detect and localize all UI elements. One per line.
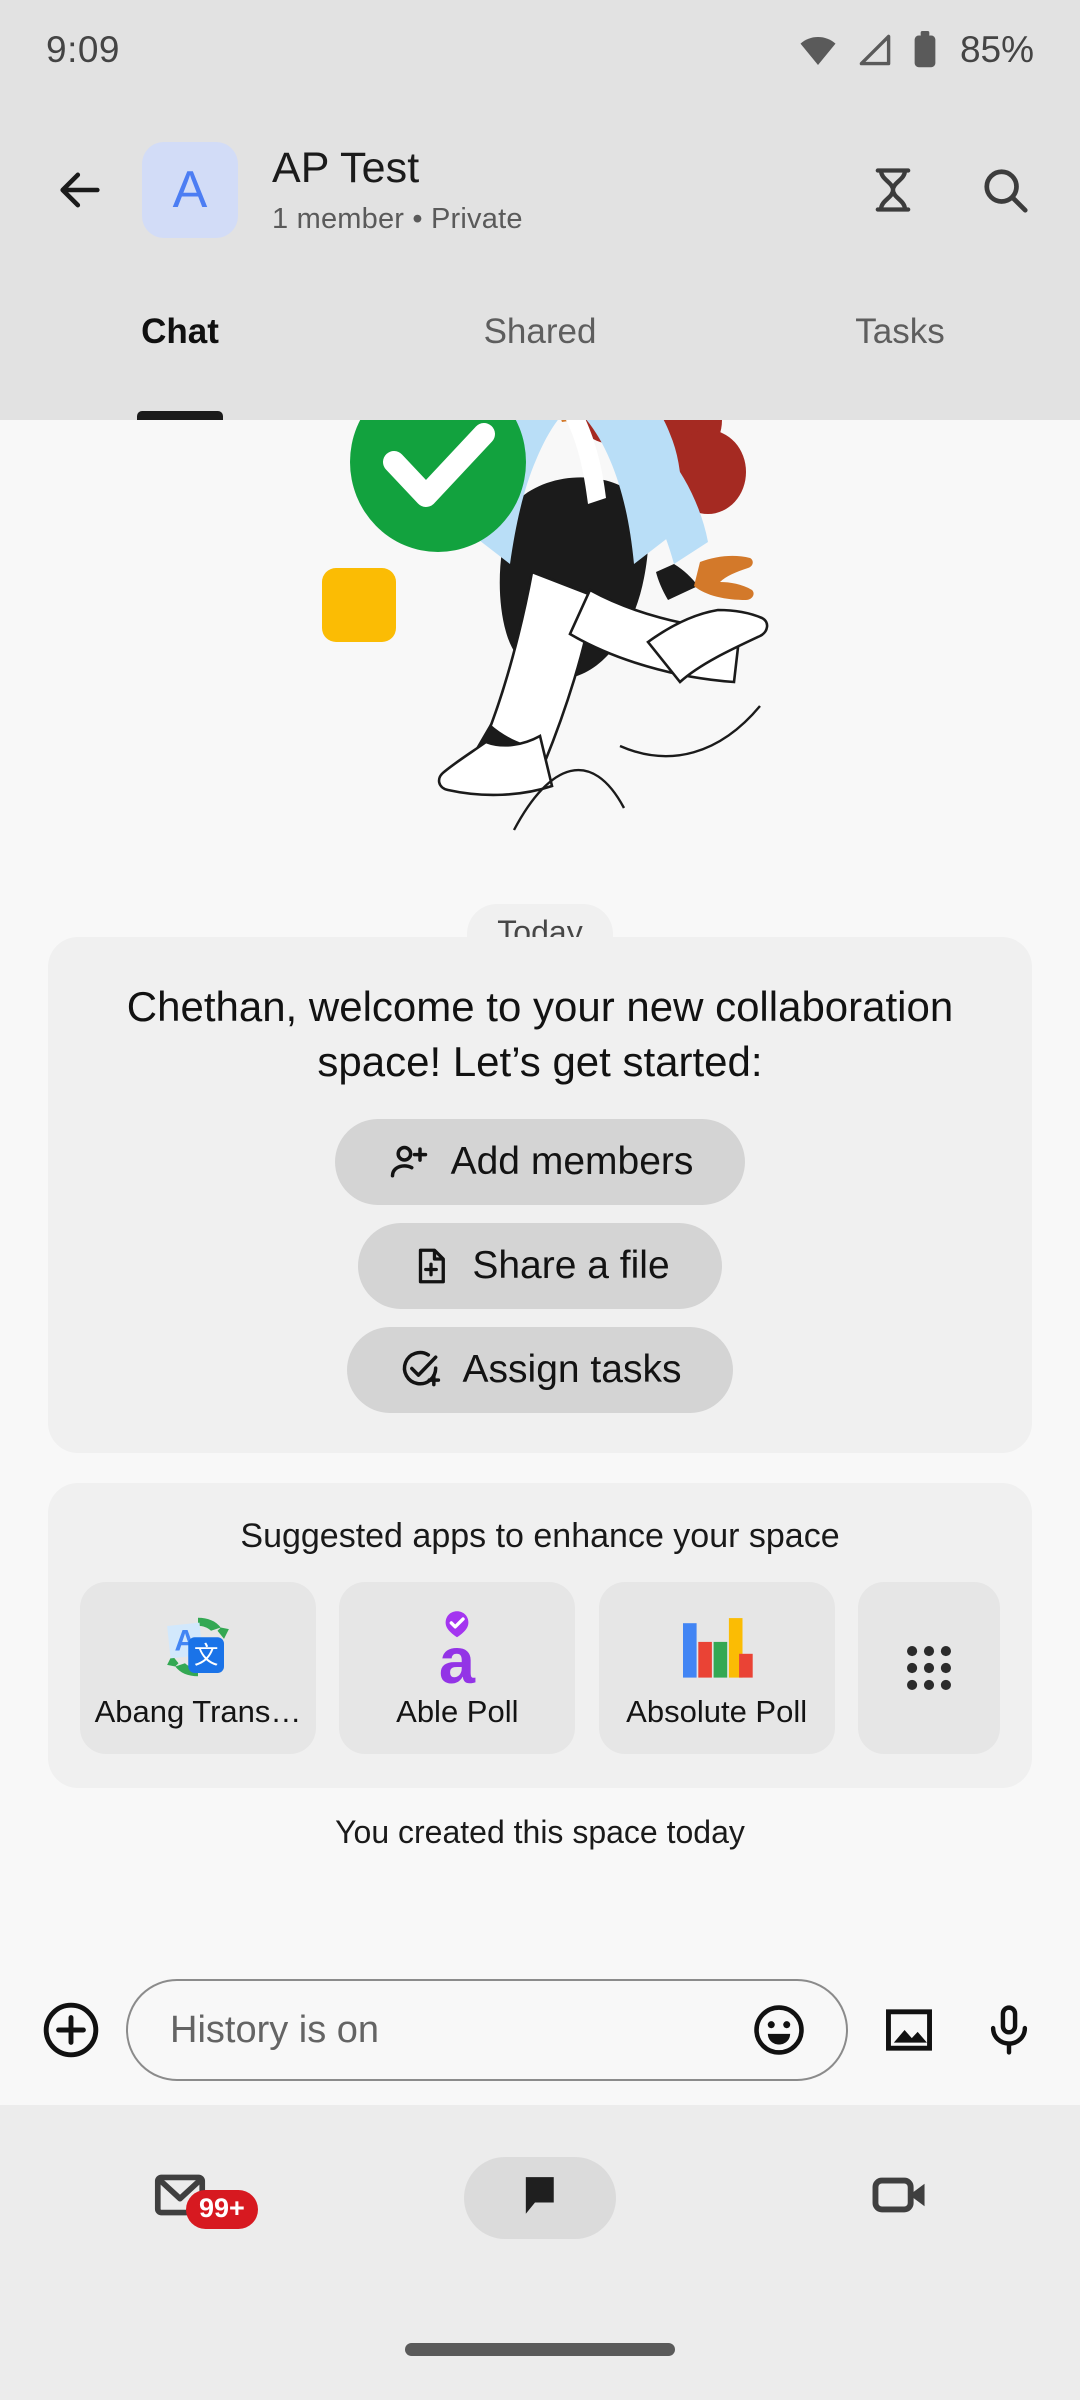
- quick-action-list: Add members Share a file Assign tasks: [82, 1119, 998, 1414]
- app-label-abang-translate: Abang Trans…: [94, 1694, 302, 1730]
- battery-percent: 85%: [959, 29, 1034, 70]
- message-input-placeholder: History is on: [170, 2008, 380, 2051]
- avatar[interactable]: A: [142, 142, 238, 238]
- translate-app-icon: A 文: [159, 1606, 237, 1688]
- check-circle-add-icon: [399, 1348, 443, 1392]
- app-tile-able-poll[interactable]: a Able Poll: [339, 1582, 576, 1755]
- nav-item-chat[interactable]: [360, 2156, 720, 2239]
- app-label-able-poll: Able Poll: [396, 1694, 519, 1730]
- space-header: A AP Test 1 member • Private: [0, 100, 1080, 280]
- app-tile-abang-translate[interactable]: A 文 Abang Trans…: [80, 1582, 316, 1755]
- chat-bubble-icon: [515, 2170, 565, 2225]
- home-indicator: [405, 2343, 675, 2356]
- suggested-apps-card: Suggested apps to enhance your space A 文: [48, 1483, 1032, 1789]
- tab-chat[interactable]: Chat: [0, 280, 360, 420]
- message-composer: History is on: [0, 1955, 1080, 2105]
- file-add-icon: [410, 1245, 452, 1287]
- status-icons: 85%: [798, 29, 1034, 71]
- nav-item-mail[interactable]: 99+: [0, 2164, 360, 2231]
- nav-chat-active-pill: [464, 2156, 616, 2239]
- person-with-checkmark-illustration: [322, 420, 769, 831]
- hourglass-icon[interactable]: [858, 155, 928, 225]
- welcome-card: Chethan, welcome to your new collaborati…: [48, 937, 1032, 1454]
- mail-unread-badge: 99+: [186, 2190, 258, 2229]
- search-icon[interactable]: [970, 155, 1040, 225]
- bar-chart-app-icon: [679, 1606, 755, 1688]
- space-subtitle: 1 member • Private: [272, 202, 523, 235]
- able-poll-app-icon: a: [422, 1606, 492, 1688]
- back-arrow-icon[interactable]: [44, 154, 116, 226]
- emoji-icon[interactable]: [742, 1993, 816, 2067]
- image-icon[interactable]: [872, 1993, 946, 2067]
- page-title: AP Test: [272, 144, 420, 193]
- tab-shared-label: Shared: [483, 312, 597, 351]
- tab-chat-label: Chat: [141, 312, 219, 351]
- share-file-button[interactable]: Share a file: [358, 1223, 722, 1310]
- assign-tasks-label: Assign tasks: [462, 1348, 682, 1392]
- bottom-nav-items: 99+: [0, 2105, 1080, 2290]
- welcome-message: Chethan, welcome to your new collaborati…: [126, 983, 954, 1086]
- cell-signal-icon: [856, 33, 894, 67]
- battery-icon: [912, 31, 938, 69]
- wifi-icon: [798, 33, 838, 67]
- status-bar: 9:09 85%: [0, 0, 1080, 100]
- person-add-icon: [387, 1140, 431, 1184]
- share-file-label: Share a file: [472, 1244, 670, 1288]
- empty-state-illustration-wrap: [0, 420, 1080, 900]
- tab-bar: Chat Shared Tasks: [0, 280, 1080, 420]
- header-actions: [858, 155, 1040, 225]
- svg-text:文: 文: [194, 1640, 218, 1669]
- apps-grid-icon: [900, 1627, 958, 1709]
- tab-tasks-label: Tasks: [855, 312, 945, 351]
- tab-shared[interactable]: Shared: [360, 280, 720, 420]
- assign-tasks-button[interactable]: Assign tasks: [346, 1327, 734, 1414]
- space-created-note: You created this space today: [335, 1814, 745, 1851]
- suggested-apps-row: A 文 Abang Trans… a Able Poll Absolute Po…: [76, 1582, 1004, 1755]
- status-time: 9:09: [46, 29, 121, 70]
- space-title-block[interactable]: AP Test 1 member • Private: [272, 144, 858, 235]
- tab-tasks[interactable]: Tasks: [720, 280, 1080, 420]
- video-camera-icon: [868, 2163, 932, 2232]
- suggested-apps-title: Suggested apps to enhance your space: [240, 1517, 840, 1556]
- nav-item-meet[interactable]: [720, 2163, 1080, 2232]
- app-label-absolute-poll: Absolute Poll: [626, 1694, 808, 1730]
- plus-circle-icon[interactable]: [34, 1993, 108, 2067]
- message-input[interactable]: History is on: [126, 1979, 848, 2081]
- app-tile-absolute-poll[interactable]: Absolute Poll: [598, 1582, 835, 1755]
- microphone-icon[interactable]: [972, 1993, 1046, 2067]
- tab-active-indicator: [137, 411, 223, 420]
- add-members-label: Add members: [450, 1140, 694, 1184]
- more-apps-button[interactable]: [857, 1582, 1000, 1755]
- chat-scroll-area[interactable]: Today Chethan, welcome to your new colla…: [0, 420, 1080, 2105]
- svg-text:a: a: [439, 1624, 476, 1686]
- bottom-navigation: 99+: [0, 2105, 1080, 2400]
- add-members-button[interactable]: Add members: [334, 1119, 746, 1206]
